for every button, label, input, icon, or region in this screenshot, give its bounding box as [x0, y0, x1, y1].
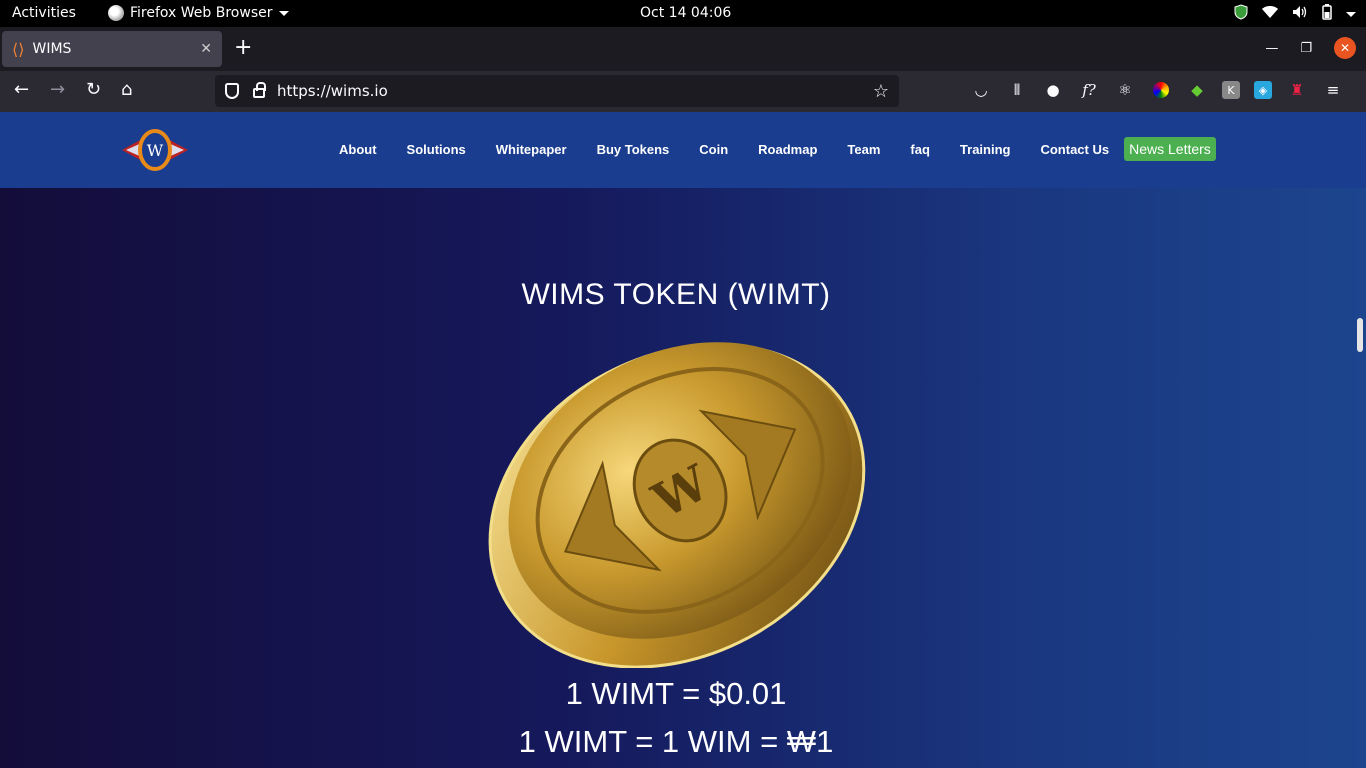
hero-title: WIMS TOKEN (WIMT): [521, 278, 831, 311]
webpage: W About Solutions Whitepaper Buy Tokens …: [0, 112, 1366, 768]
logo-letter: W: [147, 141, 164, 160]
firefox-icon: [108, 5, 124, 21]
tracking-protection-shield-icon[interactable]: [225, 83, 239, 99]
forward-arrow-icon[interactable]: →: [50, 80, 65, 100]
main-navigation: About Solutions Whitepaper Buy Tokens Co…: [324, 137, 1216, 161]
close-tab-icon[interactable]: ✕: [200, 41, 212, 57]
activities-button[interactable]: Activities: [12, 5, 76, 21]
nav-training[interactable]: Training: [945, 138, 1026, 161]
wifi-icon[interactable]: [1262, 6, 1278, 22]
reload-icon[interactable]: ↻: [86, 80, 101, 100]
rate-usd: 1 WIMT = $0.01: [565, 676, 787, 711]
function-icon[interactable]: f?: [1078, 79, 1100, 101]
news-letters-button[interactable]: News Letters: [1124, 137, 1216, 161]
chevron-down-icon: [278, 10, 289, 16]
clock[interactable]: Oct 14 04:06: [640, 5, 731, 21]
window-controls: — ❐ ✕: [1265, 37, 1356, 59]
nav-about[interactable]: About: [324, 138, 392, 161]
nav-roadmap[interactable]: Roadmap: [743, 138, 832, 161]
volume-icon[interactable]: [1292, 5, 1308, 23]
app-menu[interactable]: Firefox Web Browser: [108, 5, 289, 21]
window-close-icon[interactable]: ✕: [1334, 37, 1356, 59]
minimize-icon[interactable]: —: [1265, 41, 1278, 56]
app-name: Firefox Web Browser: [130, 5, 273, 21]
navigation-toolbar: ← → ↻ ⌂ https://wims.io ☆ ◡ ⫴ ● f? ⚛ ◆ K…: [0, 71, 1366, 112]
extension-leaf-icon[interactable]: ◆: [1186, 79, 1208, 101]
nav-buy-tokens[interactable]: Buy Tokens: [582, 138, 685, 161]
site-header: W About Solutions Whitepaper Buy Tokens …: [0, 112, 1366, 188]
nav-faq[interactable]: faq: [895, 138, 945, 161]
library-icon[interactable]: ⫴: [1006, 79, 1028, 101]
nav-whitepaper[interactable]: Whitepaper: [481, 138, 582, 161]
restore-icon[interactable]: ❐: [1300, 41, 1312, 56]
tab-wims[interactable]: ⟨⟩ WIMS ✕: [2, 31, 222, 67]
color-picker-icon[interactable]: [1153, 82, 1169, 98]
wimt-coin-image: W: [476, 322, 880, 669]
nav-solutions[interactable]: Solutions: [392, 138, 481, 161]
nav-team[interactable]: Team: [832, 138, 895, 161]
extension-k-icon[interactable]: K: [1222, 81, 1240, 99]
scrollbar-thumb[interactable]: [1357, 318, 1363, 352]
wims-favicon-icon: ⟨⟩: [12, 39, 25, 59]
tab-title: WIMS: [32, 41, 72, 57]
lock-icon[interactable]: [253, 82, 266, 98]
extension-cube-icon[interactable]: ◈: [1254, 81, 1272, 99]
account-icon[interactable]: ●: [1042, 79, 1064, 101]
url-text[interactable]: https://wims.io: [277, 82, 388, 100]
system-top-bar: Activities Firefox Web Browser Oct 14 04…: [0, 0, 1366, 27]
nav-contact-us[interactable]: Contact Us: [1025, 138, 1124, 161]
home-icon[interactable]: ⌂: [121, 80, 132, 100]
menu-hamburger-icon[interactable]: ≡: [1322, 79, 1344, 101]
wims-logo[interactable]: W: [120, 128, 190, 172]
tab-strip: ⟨⟩ WIMS ✕ + — ❐ ✕: [0, 27, 1366, 71]
page-scrollbar[interactable]: [1353, 112, 1366, 768]
battery-icon[interactable]: [1322, 4, 1332, 24]
bookmark-star-icon[interactable]: ☆: [873, 81, 889, 102]
react-devtools-icon[interactable]: ⚛: [1114, 79, 1136, 101]
new-tab-button[interactable]: +: [234, 37, 252, 59]
system-menu-chevron-icon[interactable]: [1346, 11, 1356, 17]
back-arrow-icon[interactable]: ←: [14, 80, 29, 100]
extension-toolbar: ◡ ⫴ ● f? ⚛ ◆ K ◈ ♜ ≡: [970, 79, 1344, 101]
nav-coin[interactable]: Coin: [684, 138, 743, 161]
url-bar[interactable]: https://wims.io ☆: [215, 75, 899, 107]
shield-icon[interactable]: [1234, 4, 1248, 24]
system-tray[interactable]: [1234, 4, 1356, 24]
extension-lighthouse-icon[interactable]: ♜: [1286, 79, 1308, 101]
rate-wim: 1 WIMT = 1 WIM = ₩1: [518, 724, 834, 759]
pocket-icon[interactable]: ◡: [970, 79, 992, 101]
